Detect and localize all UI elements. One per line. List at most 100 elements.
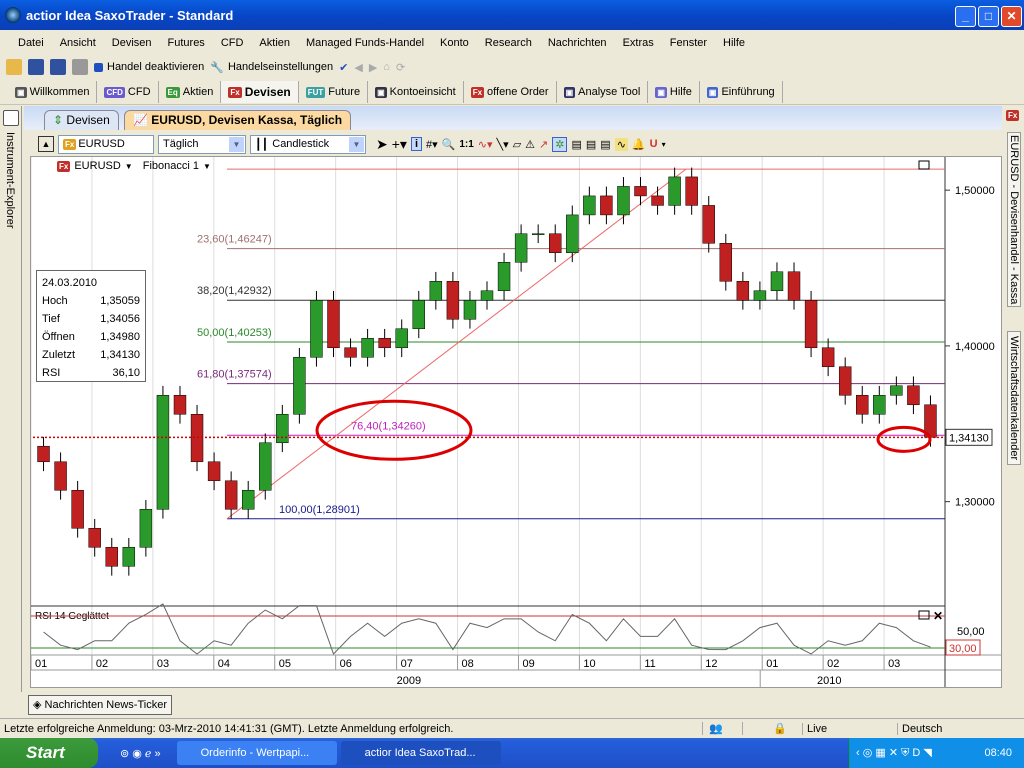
study-icon[interactable]: ∿ — [615, 138, 628, 151]
tab-offeneorder[interactable]: Fxoffene Order — [464, 81, 557, 103]
candle-body — [293, 357, 305, 414]
info-date: 24.03.2010 — [42, 274, 140, 292]
chart-instrument-label[interactable]: EURUSD — [74, 160, 120, 172]
menu-datei[interactable]: Datei — [18, 37, 44, 49]
start-button[interactable]: Start — [0, 738, 98, 768]
eraser-icon[interactable]: ▱ — [513, 138, 521, 151]
tab-aktien[interactable]: EqAktien — [159, 81, 222, 103]
cfd-icon: CFD — [104, 87, 124, 98]
instrument-explorer-label[interactable]: Instrument-Explorer — [4, 132, 16, 229]
tab-willkommen[interactable]: ▣Willkommen — [8, 81, 97, 103]
print-icon[interactable] — [72, 59, 88, 75]
trade-settings-button[interactable]: 🔧Handelseinstellungen — [210, 61, 333, 74]
tab-devisen[interactable]: FxDevisen — [221, 81, 298, 103]
tab-einfhrung[interactable]: ▣Einführung — [700, 81, 783, 103]
save-icon[interactable] — [28, 59, 44, 75]
eurusd-panel-tab[interactable]: EURUSD - Devisenhandel - Kassa — [1007, 132, 1021, 307]
economic-calendar-tab[interactable]: Wirtschaftsdatenkalender — [1007, 331, 1021, 465]
candle-body — [310, 300, 322, 357]
back-icon[interactable]: ◀ — [354, 61, 362, 74]
zoom-icon[interactable]: 🔍 — [442, 138, 456, 151]
info-icon[interactable]: i — [411, 137, 422, 151]
chart-study-label[interactable]: Fibonacci 1 — [143, 160, 199, 172]
arrow-tool-icon[interactable]: ↗ — [539, 138, 548, 151]
crosshair-icon[interactable]: +▾ — [392, 136, 407, 153]
instrument-select[interactable]: FxEURUSD — [58, 135, 154, 154]
menu-futures[interactable]: Futures — [168, 37, 205, 49]
refresh-icon[interactable]: ⟳ — [396, 61, 405, 74]
month-label: 07 — [401, 658, 413, 670]
instrument-explorer-panel[interactable]: Instrument-Explorer — [0, 106, 22, 692]
template-icon[interactable]: ▤ — [571, 138, 581, 151]
indicator-icon[interactable]: ∿▾ — [478, 138, 493, 151]
menu-hilfe[interactable]: Hilfe — [723, 37, 745, 49]
zoom-1-1-icon[interactable]: 1:1 — [459, 139, 473, 150]
menu-devisen[interactable]: Devisen — [112, 37, 152, 49]
language-label: Deutsch — [897, 723, 942, 735]
maximize-button[interactable]: □ — [978, 6, 999, 27]
candle-body — [157, 395, 169, 509]
task-orderinfo[interactable]: Orderinfo - Wertpapi... — [177, 741, 337, 765]
tab-cfd[interactable]: CFDCFD — [97, 81, 158, 103]
last-price-label: 1,34130 — [949, 432, 989, 444]
menu-ansicht[interactable]: Ansicht — [60, 37, 96, 49]
pointer-icon[interactable]: ➤ — [376, 136, 388, 153]
candle-body — [362, 338, 374, 357]
menu-fenster[interactable]: Fenster — [670, 37, 707, 49]
menu-managedfundshandel[interactable]: Managed Funds-Handel — [306, 37, 424, 49]
home-icon[interactable]: ⌂ — [383, 61, 390, 73]
candle-body — [771, 272, 783, 291]
chart-icon: 📈 — [133, 113, 148, 127]
chart-area[interactable]: 010203040506070809101112010203200920101,… — [30, 156, 1002, 688]
document-tabs: ⇕ Devisen 📈 EURUSD, Devisen Kassa, Tägli… — [24, 106, 1002, 130]
data-info-box: 24.03.2010 Hoch1,35059Tief1,34056Öffnen1… — [36, 270, 146, 382]
line-tool-icon[interactable]: ╲▾ — [497, 138, 509, 151]
rsi-50-label: 50,00 — [957, 626, 985, 638]
candle-body — [481, 291, 493, 301]
tab-eurusd-chart[interactable]: 📈 EURUSD, Devisen Kassa, Täglich — [124, 110, 351, 130]
price-chart[interactable]: 010203040506070809101112010203200920101,… — [31, 157, 1001, 687]
candle-body — [805, 300, 817, 348]
year-label: 2010 — [817, 675, 841, 687]
menu-extras[interactable]: Extras — [623, 37, 654, 49]
chevron-down-icon[interactable]: ▼ — [203, 162, 211, 171]
check-icon[interactable]: ✔ — [339, 61, 348, 74]
period-select[interactable]: Täglich▼ — [158, 135, 246, 154]
minimize-button[interactable]: _ — [955, 6, 976, 27]
overflow-icon[interactable]: ▾ — [662, 140, 666, 149]
menu-nachrichten[interactable]: Nachrichten — [548, 37, 607, 49]
magnet-icon[interactable]: U — [650, 138, 658, 150]
chart-type-select[interactable]: ┃┃Candlestick▼ — [250, 135, 366, 154]
open-folder-icon[interactable] — [6, 59, 22, 75]
tab-kontoeinsicht[interactable]: ▣Kontoeinsicht — [368, 81, 464, 103]
month-label: 09 — [522, 658, 534, 670]
tray-icons[interactable]: ‹ ◎ ▦ ✕ ⛨ D ◥ — [850, 746, 932, 760]
fib-label: 23,60(1,46247) — [197, 234, 272, 246]
alert-tool-icon[interactable]: ⚠ — [525, 138, 535, 151]
news-ticker-tab[interactable]: ◈ Nachrichten News-Ticker — [28, 695, 172, 715]
close-button[interactable]: ✕ — [1001, 6, 1022, 27]
template-load-icon[interactable]: ▤ — [600, 138, 610, 151]
tab-hilfe[interactable]: ▣Hilfe — [648, 81, 700, 103]
info-label: Zuletzt — [42, 346, 75, 364]
template-save-icon[interactable]: ▤ — [586, 138, 596, 151]
task-saxotrader[interactable]: actior Idea SaxoTrad... — [341, 741, 501, 765]
month-label: 01 — [35, 658, 47, 670]
chevron-down-icon[interactable]: ▼ — [125, 162, 133, 171]
menu-cfd[interactable]: CFD — [221, 37, 244, 49]
deactivate-trading-button[interactable]: Handel deaktivieren — [94, 61, 204, 73]
menu-research[interactable]: Research — [485, 37, 532, 49]
tab-analysetool[interactable]: ▣Analyse Tool — [557, 81, 649, 103]
quicklaunch-icons[interactable]: ⊚ ◉ ℯ » — [120, 747, 161, 760]
info-row: Öffnen1,34980 — [42, 328, 140, 346]
tab-devisen[interactable]: ⇕ Devisen — [44, 110, 119, 130]
collapse-button[interactable]: ▲ — [38, 136, 54, 152]
overlay-icon[interactable]: ✲ — [552, 137, 567, 152]
grid-icon[interactable]: #▾ — [426, 138, 438, 151]
tab-future[interactable]: FUTFuture — [299, 81, 368, 103]
forward-icon[interactable]: ▶ — [369, 61, 377, 74]
save-as-icon[interactable] — [50, 59, 66, 75]
menu-aktien[interactable]: Aktien — [259, 37, 290, 49]
menu-konto[interactable]: Konto — [440, 37, 469, 49]
bell-icon[interactable]: 🔔 — [632, 138, 646, 151]
